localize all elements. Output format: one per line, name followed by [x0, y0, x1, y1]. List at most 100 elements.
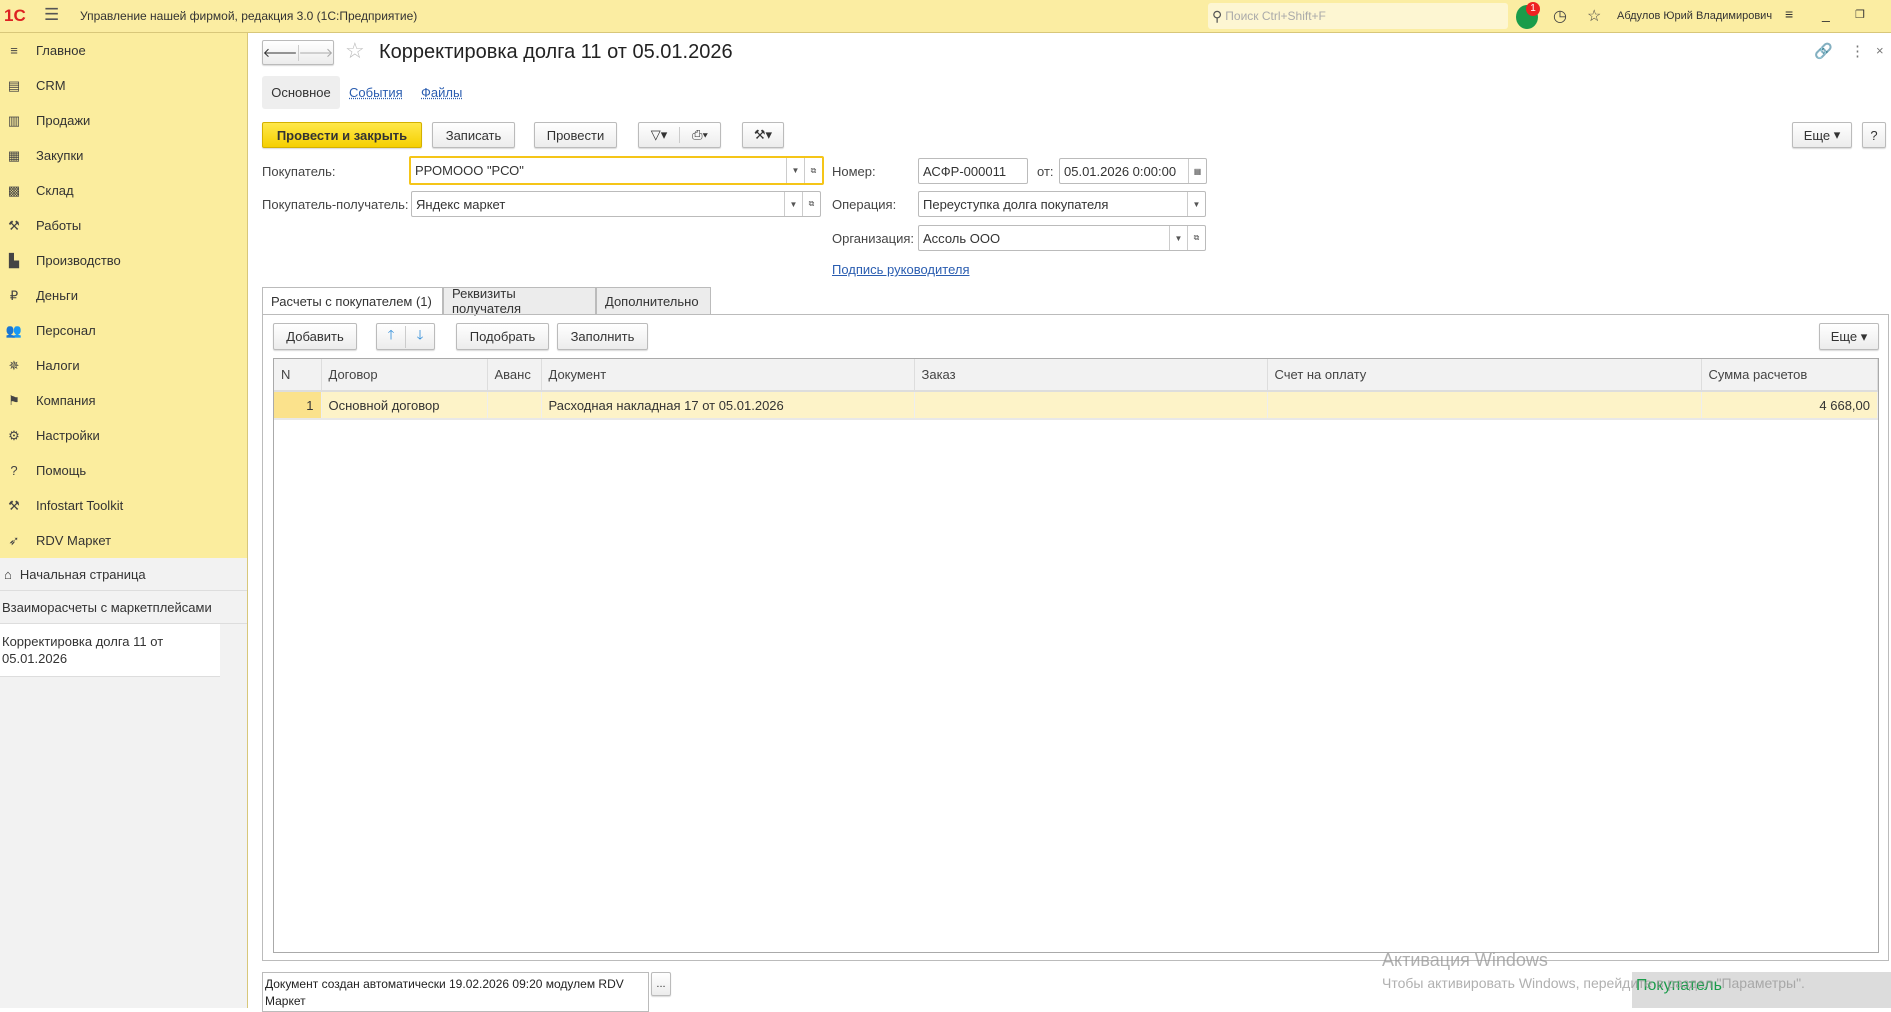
sidebar-item-2[interactable]: ▥ Продажи [0, 103, 247, 138]
operation-select[interactable]: Переуступка долга покупателя ▼ [918, 191, 1206, 217]
tab-events[interactable]: События [349, 85, 403, 100]
sidebar-item-label: Персонал [36, 323, 96, 338]
dropdown-arrow-icon[interactable]: ▼ [1187, 192, 1205, 216]
sidebar-item-12[interactable]: ? Помощь [0, 453, 247, 488]
fill-button[interactable]: Заполнить [557, 323, 648, 350]
cell-n[interactable]: 1 [274, 391, 322, 420]
col-amount[interactable]: Сумма расчетов [1701, 359, 1878, 392]
cart-icon: ▦ [7, 147, 21, 163]
user-name[interactable]: Абдулов Юрий Владимирович [1617, 10, 1772, 22]
open-window-marketplaces[interactable]: Взаиморасчеты с маркетплейсами [0, 591, 247, 624]
search-icon: ⚲ [1212, 7, 1223, 24]
add-button[interactable]: Добавить [273, 323, 357, 350]
favorites-star-icon[interactable]: ☆ [1587, 6, 1601, 26]
open-icon[interactable]: ⧉ [1187, 226, 1205, 250]
sidebar-item-label: Продажи [36, 113, 91, 128]
sidebar-item-3[interactable]: ▦ Закупки [0, 138, 247, 173]
date-input[interactable]: 05.01.2026 0:00:00 ▦ [1059, 158, 1207, 184]
number-input[interactable]: АСФР-000011 [918, 158, 1028, 184]
col-order[interactable]: Заказ [914, 359, 1268, 392]
sidebar-item-7[interactable]: ₽ Деньги [0, 278, 247, 313]
cell-amount[interactable]: 4 668,00 [1701, 391, 1878, 420]
tab-additional[interactable]: Дополнительно [596, 287, 711, 314]
gear-icon: ⚙ [8, 427, 20, 443]
tools-dropdown-icon[interactable]: ⚒▾ [742, 122, 784, 148]
post-and-close-button[interactable]: Провести и закрыть [262, 122, 422, 148]
table-more-button[interactable]: Еще ▾ [1819, 323, 1879, 350]
app-title: Управление нашей фирмой, редакция 3.0 (1… [80, 9, 418, 23]
crm-icon: ▤ [7, 77, 21, 93]
cell-advance[interactable] [487, 391, 542, 420]
comment-edit-button[interactable]: ... [651, 972, 671, 996]
back-button[interactable]: 🡐 [263, 44, 299, 61]
sidebar-item-0[interactable]: ≡ Главное [0, 33, 247, 68]
recipient-value: Яндекс маркет [416, 196, 506, 212]
forward-button[interactable]: 🡒 [299, 45, 334, 61]
table-row[interactable]: 1 Основной договор Расходная накладная 1… [274, 391, 1878, 420]
signature-link[interactable]: Подпись руководителя [832, 262, 970, 277]
restore-icon[interactable]: ❐ [1855, 8, 1865, 21]
calendar-icon[interactable]: ▦ [1188, 159, 1206, 183]
comment-field[interactable]: Документ создан автоматически 19.02.2026… [262, 972, 649, 1012]
col-document[interactable]: Документ [541, 359, 915, 392]
col-contract[interactable]: Договор [321, 359, 488, 392]
more-button[interactable]: Еще ▾ [1792, 122, 1852, 148]
cell-invoice[interactable] [1267, 391, 1702, 420]
dropdown-arrow-icon[interactable]: ▼ [784, 192, 802, 216]
col-advance[interactable]: Аванс [487, 359, 542, 392]
more-actions-icon[interactable]: ⋮ [1850, 42, 1865, 60]
rocket-icon: ➶ [8, 532, 20, 548]
move-up-icon[interactable]: 🡑 [377, 325, 406, 348]
sidebar-item-13[interactable]: ⚒ Infostart Toolkit [0, 488, 247, 523]
dropdown-arrow-icon[interactable]: ▼ [786, 158, 804, 183]
sidebar-item-1[interactable]: ▤ CRM [0, 68, 247, 103]
history-icon[interactable]: ◷ [1553, 6, 1567, 26]
main-menu-icon[interactable]: ☰ [44, 5, 59, 25]
print-dropdown-icon[interactable]: ⎙▾ [680, 127, 720, 143]
dropdown-arrow-icon[interactable]: ▼ [1169, 226, 1187, 250]
open-window-current[interactable]: Корректировка долга 11 от 05.01.2026 [0, 624, 220, 677]
cell-order[interactable] [914, 391, 1268, 420]
open-icon[interactable]: ⧉ [804, 158, 822, 183]
cell-contract[interactable]: Основной договор [321, 391, 488, 420]
move-down-icon[interactable]: 🡓 [406, 326, 434, 348]
favorite-star-icon[interactable]: ☆ [345, 38, 365, 64]
sidebar-item-label: Infostart Toolkit [36, 498, 124, 513]
sidebar-item-9[interactable]: ✵ Налоги [0, 348, 247, 383]
sidebar-item-11[interactable]: ⚙ Настройки [0, 418, 247, 453]
tab-files[interactable]: Файлы [421, 85, 462, 100]
recipient-input[interactable]: Яндекс маркет ▼ ⧉ [411, 191, 821, 217]
col-n[interactable]: N [274, 359, 322, 392]
tab-settlements[interactable]: Расчеты с покупателем (1) [262, 287, 443, 315]
post-button[interactable]: Провести [534, 122, 617, 148]
help-button[interactable]: ? [1862, 122, 1886, 148]
more-label: Еще [1830, 329, 1858, 344]
windows-activation-title: Активация Windows [1382, 950, 1548, 970]
pick-button[interactable]: Подобрать [456, 323, 549, 350]
tab-main[interactable]: Основное [262, 76, 340, 109]
sidebar-item-6[interactable]: ▙ Производство [0, 243, 247, 278]
sidebar-item-14[interactable]: ➶ RDV Маркет [0, 523, 247, 558]
settings-menu-icon[interactable]: ≡ [1785, 6, 1793, 22]
organization-input[interactable]: Ассоль ООО ▼ ⧉ [918, 225, 1206, 251]
tab-recipient-details[interactable]: Реквизиты получателя [443, 286, 596, 316]
factory-icon: ▙ [9, 252, 19, 268]
col-invoice[interactable]: Счет на оплату [1267, 359, 1702, 392]
close-icon[interactable]: × [1876, 43, 1884, 58]
sidebar-item-label: Деньги [36, 288, 78, 303]
sidebar-item-10[interactable]: ⚑ Компания [0, 383, 247, 418]
sidebar-item-label: Производство [36, 253, 121, 268]
sidebar-item-5[interactable]: ⚒ Работы [0, 208, 247, 243]
sidebar-item-8[interactable]: 👥 Персонал [0, 313, 247, 348]
sidebar-item-4[interactable]: ▩ Склад [0, 173, 247, 208]
minimize-icon[interactable]: _ [1822, 6, 1830, 22]
open-icon[interactable]: ⧉ [802, 192, 820, 216]
save-button[interactable]: Записать [432, 122, 515, 148]
search-input[interactable]: ⚲ Поиск Ctrl+Shift+F [1208, 3, 1508, 29]
cell-document[interactable]: Расходная накладная 17 от 05.01.2026 [541, 391, 915, 420]
sidebar-item-label: Работы [36, 218, 82, 233]
link-icon[interactable]: 🔗 [1814, 42, 1833, 60]
filter-dropdown-icon[interactable]: ▽▾ [639, 127, 680, 143]
open-window-home[interactable]: ⌂ Начальная страница [0, 558, 247, 591]
buyer-input[interactable]: РРОМООО "РСО" ▼ ⧉ [409, 156, 824, 185]
